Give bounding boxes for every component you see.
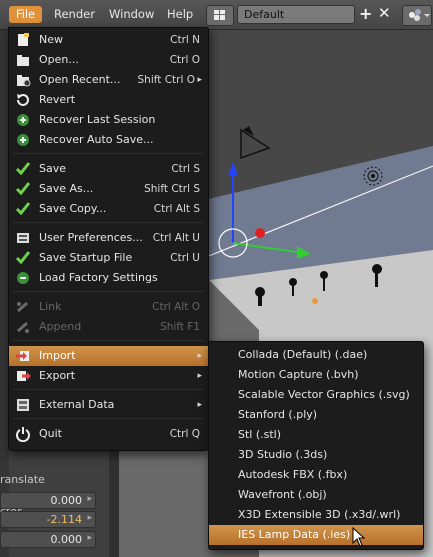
import-3ds[interactable]: 3D Studio (.3ds): [209, 445, 423, 465]
menu-item-save-startup-file[interactable]: Save Startup File Ctrl U: [9, 248, 208, 268]
menu-item-append: Append Shift F1: [9, 317, 208, 337]
import-wavefront-obj[interactable]: Wavefront (.obj): [209, 485, 423, 505]
layout-grid-icon: [214, 10, 225, 20]
menu-item-open[interactable]: Open... Ctrl O: [9, 50, 208, 70]
preferences-icon: [17, 233, 29, 243]
save-copy-icon: [15, 202, 31, 216]
menu-item-user-preferences[interactable]: User Preferences... Ctrl Alt U: [9, 228, 208, 248]
open-folder-icon: [17, 55, 29, 66]
screen-layout-button[interactable]: [206, 5, 234, 26]
menu-item-new[interactable]: New Ctrl N: [9, 30, 208, 50]
external-data-icon: [17, 399, 29, 411]
layout-name-field[interactable]: Default: [237, 5, 355, 24]
submenu-arrow-icon: ▸: [197, 400, 202, 410]
z-axis-head[interactable]: [228, 162, 238, 176]
menu-item-external-data[interactable]: External Data ▸: [9, 395, 208, 415]
factory-settings-icon: [17, 272, 29, 284]
menu-render[interactable]: Render: [54, 6, 95, 23]
import-stanford-ply[interactable]: Stanford (.ply): [209, 405, 423, 425]
save-startup-icon: [15, 251, 31, 265]
menu-item-save-copy[interactable]: Save Copy... Ctrl Alt S: [9, 199, 208, 219]
mouse-cursor-icon: [352, 527, 366, 547]
import-ies-lamp-data[interactable]: IES Lamp Data (.ies): [209, 525, 423, 545]
vector-x-field[interactable]: 0.000 ▸: [0, 492, 96, 509]
origin-dot: [312, 298, 318, 304]
import-collada[interactable]: Collada (Default) (.dae): [209, 345, 423, 365]
top-header-bar: File Render Window Help Default + ✕: [0, 0, 433, 30]
menu-window[interactable]: Window: [109, 6, 154, 23]
save-icon: [15, 162, 31, 176]
translate-heading: ranslate: [0, 473, 45, 486]
menu-separator: [13, 153, 204, 154]
menu-item-quit[interactable]: Quit Ctrl Q: [9, 424, 208, 444]
link-icon: [17, 301, 28, 313]
menu-item-save[interactable]: Save Ctrl S: [9, 159, 208, 179]
menu-separator: [13, 340, 204, 341]
camera-object[interactable]: [240, 126, 271, 160]
add-layout-button[interactable]: +: [359, 4, 372, 23]
save-as-icon: [15, 182, 31, 196]
menu-separator: [13, 291, 204, 292]
revert-icon: [17, 94, 29, 106]
menu-item-export[interactable]: Export ▸: [9, 366, 208, 386]
append-icon: [17, 321, 29, 333]
delete-layout-button[interactable]: ✕: [378, 4, 391, 22]
menu-item-link: Link Ctrl Alt O: [9, 297, 208, 317]
submenu-arrow-icon: ▸: [197, 371, 202, 381]
open-recent-icon: [17, 75, 31, 87]
submenu-arrow-icon: ▸: [197, 75, 202, 85]
import-motion-capture[interactable]: Motion Capture (.bvh): [209, 365, 423, 385]
import-x3d[interactable]: X3D Extensible 3D (.x3d/.wrl): [209, 505, 423, 525]
menu-item-recover-auto-save[interactable]: Recover Auto Save...: [9, 130, 208, 150]
import-stl[interactable]: Stl (.stl): [209, 425, 423, 445]
arrow-right-icon: ▸: [87, 494, 92, 504]
vector-z-field[interactable]: 0.000 ▸: [0, 531, 96, 548]
menu-item-revert[interactable]: Revert: [9, 90, 208, 110]
menu-help[interactable]: Help: [167, 6, 193, 23]
import-fbx[interactable]: Autodesk FBX (.fbx): [209, 465, 423, 485]
menu-file[interactable]: File: [9, 6, 42, 23]
recover-icon: [17, 114, 29, 126]
scene-selector-button[interactable]: [402, 5, 432, 26]
submenu-arrow-icon: ▸: [197, 351, 202, 361]
import-submenu: Collada (Default) (.dae) Motion Capture …: [208, 341, 424, 550]
menu-separator: [13, 389, 204, 390]
menu-separator: [13, 418, 204, 419]
menu-separator: [13, 222, 204, 223]
recover-autosave-icon: [17, 134, 29, 146]
new-file-icon: [18, 33, 29, 46]
file-menu-dropdown: New Ctrl N Open... Ctrl O Open Recent... Sh…: [8, 27, 209, 451]
import-icon: [16, 351, 29, 361]
menu-item-recover-last-session[interactable]: Recover Last Session: [9, 110, 208, 130]
quit-icon: [16, 427, 30, 442]
vector-y-field[interactable]: -2.114 ▸: [0, 511, 96, 528]
import-svg[interactable]: Scalable Vector Graphics (.svg): [209, 385, 423, 405]
menu-item-load-factory-settings[interactable]: Load Factory Settings: [9, 268, 208, 288]
menu-item-open-recent[interactable]: Open Recent... Shift Ctrl O ▸: [9, 70, 208, 90]
scene-icon: [409, 9, 430, 21]
menu-item-save-as[interactable]: Save As... Shift Ctrl S: [9, 179, 208, 199]
export-icon: [17, 371, 31, 381]
arrow-right-icon: ▸: [87, 533, 92, 543]
arrow-right-icon: ▸: [87, 513, 92, 523]
x-axis-handle[interactable]: [255, 228, 265, 238]
menu-item-import[interactable]: Import ▸: [9, 346, 208, 366]
